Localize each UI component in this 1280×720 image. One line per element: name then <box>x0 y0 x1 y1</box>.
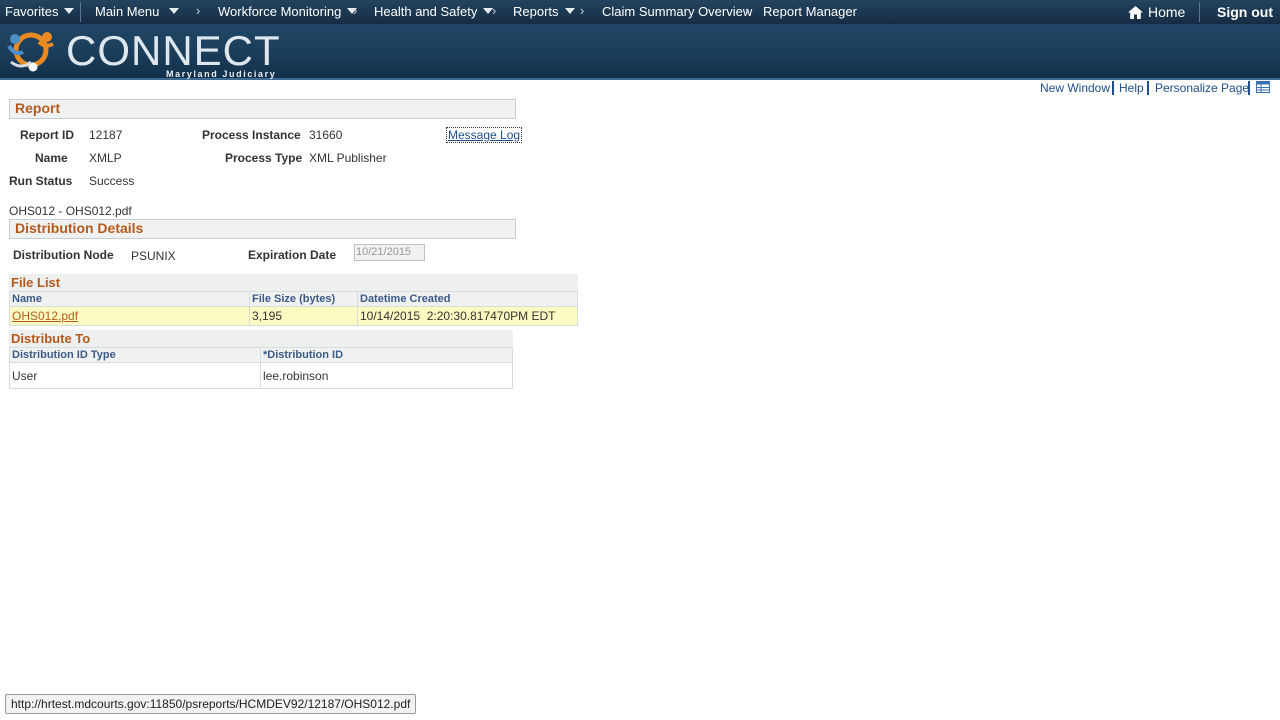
process-instance-label: Process Instance <box>202 128 301 142</box>
home-label: Home <box>1148 4 1186 20</box>
process-type-label: Process Type <box>225 151 303 165</box>
file-list-column-created[interactable]: Datetime Created <box>357 291 578 307</box>
distribution-details-header: Distribution Details <box>9 219 516 239</box>
nav-divider <box>80 2 81 22</box>
breadcrumb-label: Workforce Monitoring <box>218 4 342 19</box>
caret-down-icon <box>64 8 75 14</box>
file-list-column-name[interactable]: Name <box>9 291 250 307</box>
pagebar-divider <box>1112 81 1114 95</box>
home-icon <box>1128 6 1143 19</box>
chevron-right-icon: › <box>196 3 201 18</box>
message-log-link[interactable]: Message Log <box>445 127 523 143</box>
main-menu[interactable]: Main Menu <box>95 4 180 19</box>
personalize-grid-icon[interactable] <box>1256 81 1270 93</box>
distribution-node-label: Distribution Node <box>13 248 114 262</box>
pagebar-divider <box>1248 81 1250 95</box>
caret-down-icon <box>169 8 180 14</box>
breadcrumb-label: Reports <box>513 4 559 19</box>
distribute-to-cell-type: User <box>9 362 261 389</box>
file-list-column-size[interactable]: File Size (bytes) <box>249 291 358 307</box>
breadcrumb-reports[interactable]: Reports <box>513 4 575 19</box>
distribute-to-column-id[interactable]: *Distribution ID <box>260 347 513 363</box>
breadcrumb-workforce-monitoring[interactable]: Workforce Monitoring <box>218 4 358 19</box>
top-navigation-bar: Favorites Main Menu › Workforce Monitori… <box>0 0 1280 24</box>
nav-divider <box>1199 2 1200 22</box>
caret-down-icon <box>564 8 575 14</box>
help-link[interactable]: Help <box>1119 81 1144 95</box>
breadcrumb-report-manager[interactable]: Report Manager <box>763 4 857 19</box>
browser-status-url: http://hrtest.mdcourts.gov:11850/psrepor… <box>5 694 417 714</box>
process-type-value: XML Publisher <box>309 151 387 165</box>
file-list-cell-size: 3,195 <box>249 306 358 326</box>
chevron-right-icon: › <box>492 3 497 18</box>
file-list-cell-created: 10/14/2015 2:20:30.817470PM EDT <box>357 306 578 326</box>
breadcrumb-label: Health and Safety <box>374 4 478 19</box>
run-status-value: Success <box>89 174 135 188</box>
sign-out-button[interactable]: Sign out <box>1217 4 1273 20</box>
distribute-to-column-type[interactable]: Distribution ID Type <box>9 347 261 363</box>
file-list-cell-name: OHS012.pdf <box>9 306 250 326</box>
breadcrumb-label: Report Manager <box>763 4 857 19</box>
pagebar-divider <box>1147 81 1149 95</box>
breadcrumb-health-and-safety[interactable]: Health and Safety <box>374 4 494 19</box>
new-window-link[interactable]: New Window <box>1040 81 1110 95</box>
breadcrumb-label: Claim Summary Overview <box>602 4 753 19</box>
file-list-title: File List <box>9 274 578 291</box>
favorites-label: Favorites <box>5 4 59 19</box>
personalize-page-link[interactable]: Personalize Page <box>1155 81 1249 95</box>
brand-subtitle: Maryland Judiciary <box>166 69 277 79</box>
chevron-right-icon: › <box>580 3 585 18</box>
report-file-title: OHS012 - OHS012.pdf <box>9 204 132 218</box>
main-menu-label: Main Menu <box>95 4 160 19</box>
connect-logo-icon <box>7 32 54 72</box>
favorites-menu[interactable]: Favorites <box>5 4 75 19</box>
expiration-date-field: 10/21/2015 <box>354 244 425 261</box>
home-button[interactable]: Home <box>1128 4 1185 20</box>
name-value: XMLP <box>89 151 122 165</box>
expiration-date-label: Expiration Date <box>248 248 337 262</box>
distribution-node-value: PSUNIX <box>131 249 176 263</box>
report-id-label: Report ID <box>20 128 74 142</box>
file-download-link[interactable]: OHS012.pdf <box>12 309 78 323</box>
brand-name: CONNECT <box>66 27 281 74</box>
run-status-label: Run Status <box>9 174 73 188</box>
name-label: Name <box>35 151 68 165</box>
process-instance-value: 31660 <box>309 128 343 142</box>
distribute-to-cell-id: lee.robinson <box>260 362 513 389</box>
chevron-right-icon: › <box>353 3 358 18</box>
breadcrumb-claim-summary-overview[interactable]: Claim Summary Overview <box>602 4 752 19</box>
brand-banner: CONNECT Maryland Judiciary <box>0 24 1280 80</box>
distribute-to-title: Distribute To <box>9 330 513 347</box>
chevron-right-icon: › <box>745 3 750 18</box>
report-id-value: 12187 <box>89 128 123 142</box>
report-section-header: Report <box>9 99 516 119</box>
